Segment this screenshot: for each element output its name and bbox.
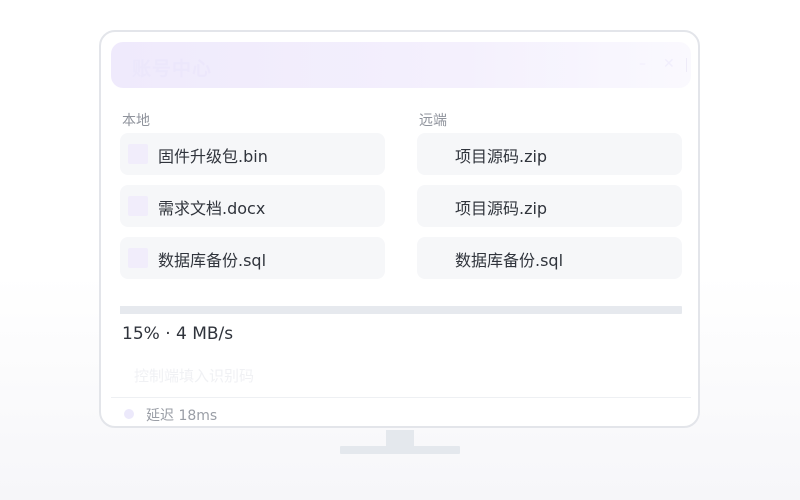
local-file-name: 需求文档.docx bbox=[158, 199, 266, 218]
header-divider bbox=[686, 58, 687, 72]
file-icon bbox=[128, 248, 148, 268]
remote-file-item[interactable]: 数据库备份.sql bbox=[417, 237, 682, 279]
remote-column-label: 远端 bbox=[419, 113, 447, 129]
transfer-progress-bar bbox=[120, 306, 682, 314]
transfer-progress-fill bbox=[120, 306, 205, 314]
file-icon bbox=[128, 196, 148, 216]
footer-divider bbox=[111, 397, 691, 398]
monitor-stand-base bbox=[340, 446, 460, 454]
monitor-stand-neck bbox=[386, 430, 414, 447]
local-file-name: 数据库备份.sql bbox=[158, 251, 267, 270]
local-file-item[interactable]: 需求文档.docx bbox=[120, 185, 385, 227]
connection-status-dot bbox=[124, 409, 134, 419]
local-column-label: 本地 bbox=[122, 113, 150, 129]
local-file-item[interactable]: 数据库备份.sql bbox=[120, 237, 385, 279]
window-title: 账号中心 bbox=[132, 58, 213, 80]
remote-desktop-window: 账号中心 – ✕ 本地 远端 固件升级包.bin 需求文档.docx 数据库备份… bbox=[99, 30, 700, 428]
remote-file-item[interactable]: 项目源码.zip bbox=[417, 185, 682, 227]
remote-file-name: 项目源码.zip bbox=[455, 147, 548, 166]
remote-file-name: 项目源码.zip bbox=[455, 199, 548, 218]
code-input[interactable] bbox=[122, 362, 422, 390]
local-file-item[interactable]: 固件升级包.bin bbox=[120, 133, 385, 175]
file-icon bbox=[128, 144, 148, 164]
remote-file-item[interactable]: 项目源码.zip bbox=[417, 133, 682, 175]
transfer-status: 15% · 4 MB/s bbox=[122, 324, 234, 344]
window-header: 账号中心 – ✕ bbox=[111, 42, 691, 88]
remote-file-name: 数据库备份.sql bbox=[455, 251, 564, 270]
local-file-name: 固件升级包.bin bbox=[158, 147, 268, 166]
close-icon[interactable]: ✕ bbox=[663, 56, 681, 74]
connection-status: 延迟 18ms bbox=[146, 408, 218, 424]
window-controls: – ✕ bbox=[639, 56, 681, 74]
minus-icon[interactable]: – bbox=[639, 56, 657, 74]
